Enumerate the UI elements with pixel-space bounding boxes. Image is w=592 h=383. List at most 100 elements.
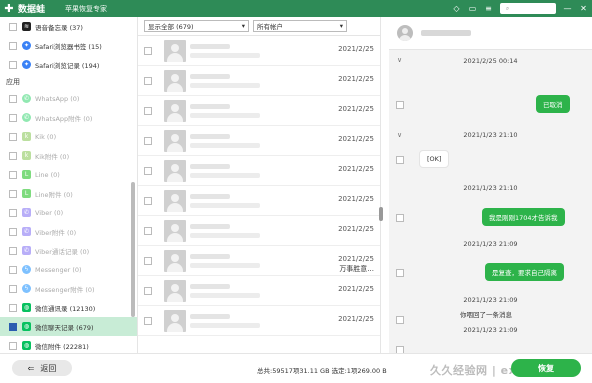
checkbox[interactable] (144, 226, 152, 235)
checkbox[interactable] (144, 136, 152, 145)
wechat-icon: ◍ (22, 303, 31, 312)
conversation-row[interactable]: 2021/2/25 (138, 66, 380, 96)
conversation-row[interactable]: 2021/2/25 万事胜意... (138, 246, 380, 276)
search-input[interactable]: ⌕ (500, 3, 556, 14)
sidebar-item-line-attachments[interactable]: L Line附件 (0) (0, 184, 137, 203)
checkbox[interactable] (144, 316, 152, 325)
checkbox[interactable] (9, 208, 17, 217)
list-scrollbar[interactable] (379, 207, 383, 221)
line-icon: L (22, 189, 31, 198)
checkbox[interactable] (396, 316, 404, 324)
sidebar-item-label: 语音备忘录 (37) (35, 23, 83, 32)
conversation-row[interactable]: 2021/2/25 (138, 96, 380, 126)
safari-icon: ✦ (22, 60, 31, 69)
show-filter-select[interactable]: 显示全部 (679) ▾ (144, 20, 249, 32)
messenger-icon: ϟ (22, 284, 31, 293)
checkbox[interactable] (9, 94, 17, 103)
checkbox[interactable] (9, 60, 17, 69)
sidebar-item-safari-bookmarks[interactable]: ✦ Safari浏览器书签 (15) (0, 36, 137, 55)
sidebar-item-viber-calls[interactable]: ✆ Viber通话记录 (0) (0, 241, 137, 260)
recover-button[interactable]: 恢复 (511, 359, 581, 377)
sidebar-item-messenger[interactable]: ϟ Messenger (0) (0, 260, 137, 279)
menu-icon[interactable]: ≡ (484, 4, 493, 13)
sidebar-item-label: Viber通话记录 (0) (35, 247, 90, 256)
checkbox[interactable] (9, 170, 17, 179)
checkbox[interactable] (144, 106, 152, 115)
blurred-name (190, 104, 230, 109)
blurred-preview (190, 143, 260, 148)
checkbox[interactable] (9, 303, 17, 312)
checkbox[interactable] (144, 196, 152, 205)
conversation-row[interactable]: 2021/2/25 (138, 276, 380, 306)
conversation-row[interactable]: 2021/2/25 (138, 36, 380, 66)
sidebar-item-whatsapp-attachments[interactable]: ✆ WhatsApp附件 (0) (0, 108, 137, 127)
back-button[interactable]: ⇐ 返回 (12, 360, 72, 376)
sidebar-item-wechat-contacts[interactable]: ◍ 微信通讯录 (12130) (0, 298, 137, 317)
checkbox[interactable] (9, 151, 17, 160)
checkbox[interactable] (144, 46, 152, 55)
avatar (164, 189, 186, 212)
sidebar-item-voice-memos[interactable]: ≋ 语音备忘录 (37) (0, 17, 137, 36)
checkbox[interactable] (9, 284, 17, 293)
sidebar-item-safari-history[interactable]: ✦ Safari浏览记录 (194) (0, 55, 137, 74)
sidebar-item-whatsapp[interactable]: ✆ WhatsApp (0) (0, 89, 137, 108)
sidebar-scrollbar[interactable] (131, 182, 135, 317)
minimize-icon[interactable]: — (563, 4, 572, 13)
checkbox[interactable] (396, 269, 404, 277)
checkbox[interactable] (144, 76, 152, 85)
outgoing-message: 我是刚刚1704才告诉我 (482, 208, 565, 226)
checkbox[interactable] (9, 22, 17, 31)
checkbox[interactable] (9, 113, 17, 122)
blurred-name (190, 224, 230, 229)
checkbox[interactable] (9, 265, 17, 274)
checkbox[interactable] (396, 101, 404, 109)
sidebar-item-wechat-chats[interactable]: ◍ 微信聊天记录 (679) (0, 317, 137, 336)
checkbox[interactable] (9, 41, 17, 50)
blurred-preview (190, 83, 260, 88)
conversation-row[interactable]: 2021/2/25 (138, 216, 380, 246)
row-date: 2021/2/25 (338, 285, 374, 293)
checkbox[interactable] (396, 346, 404, 353)
conversation-row[interactable]: 2021/2/25 (138, 126, 380, 156)
blurred-name (190, 314, 230, 319)
checkbox[interactable] (9, 189, 17, 198)
sidebar-item-messenger-attachments[interactable]: ϟ Messenger附件 (0) (0, 279, 137, 298)
chat-icon[interactable]: ▭ (468, 4, 477, 13)
sidebar-item-line[interactable]: L Line (0) (0, 165, 137, 184)
conversation-row[interactable]: 2021/2/25 (138, 156, 380, 186)
checkbox[interactable] (9, 322, 17, 331)
sidebar-item-viber[interactable]: ✆ Viber (0) (0, 203, 137, 222)
checkbox[interactable] (9, 246, 17, 255)
sidebar-item-kik[interactable]: k Kik (0) (0, 127, 137, 146)
avatar (164, 249, 186, 272)
sidebar-item-label: Safari浏览器书签 (15) (35, 42, 102, 51)
checkbox[interactable] (396, 214, 404, 222)
sidebar-item-label: 微信附件 (22281) (35, 342, 89, 351)
conversation-row[interactable]: 2021/2/25 (138, 186, 380, 216)
checkbox[interactable] (396, 156, 404, 164)
message-timestamp: 2021/1/23 21:09 (463, 296, 518, 304)
checkbox[interactable] (9, 132, 17, 141)
row-date: 2021/2/25 (338, 105, 374, 113)
checkbox[interactable] (144, 166, 152, 175)
checkbox[interactable] (144, 286, 152, 295)
sidebar-item-wechat-attachments[interactable]: ◍ 微信附件 (22281) (0, 336, 137, 353)
recall-notice: 你咽回了一条消息 (460, 311, 512, 319)
avatar (164, 69, 186, 92)
sidebar-item-label: Kik (0) (35, 132, 57, 141)
account-filter-select[interactable]: 所有帐户 ▾ (253, 20, 347, 32)
blurred-preview (190, 293, 260, 298)
checkbox[interactable] (144, 256, 152, 265)
diamond-icon[interactable]: ◇ (452, 4, 461, 13)
blurred-name (190, 254, 230, 259)
close-icon[interactable]: ✕ (579, 4, 588, 13)
whatsapp-icon: ✆ (22, 113, 31, 122)
row-date: 2021/2/25 (338, 255, 374, 263)
sidebar-item-viber-attachments[interactable]: ✆ Viber附件 (0) (0, 222, 137, 241)
app-logo-icon: ✚ (4, 2, 14, 15)
checkbox[interactable] (9, 227, 17, 236)
sidebar-item-kik-attachments[interactable]: k Kik附件 (0) (0, 146, 137, 165)
row-date: 2021/2/25 (338, 315, 374, 323)
conversation-row[interactable]: 2021/2/25 (138, 306, 380, 336)
checkbox[interactable] (9, 341, 17, 350)
